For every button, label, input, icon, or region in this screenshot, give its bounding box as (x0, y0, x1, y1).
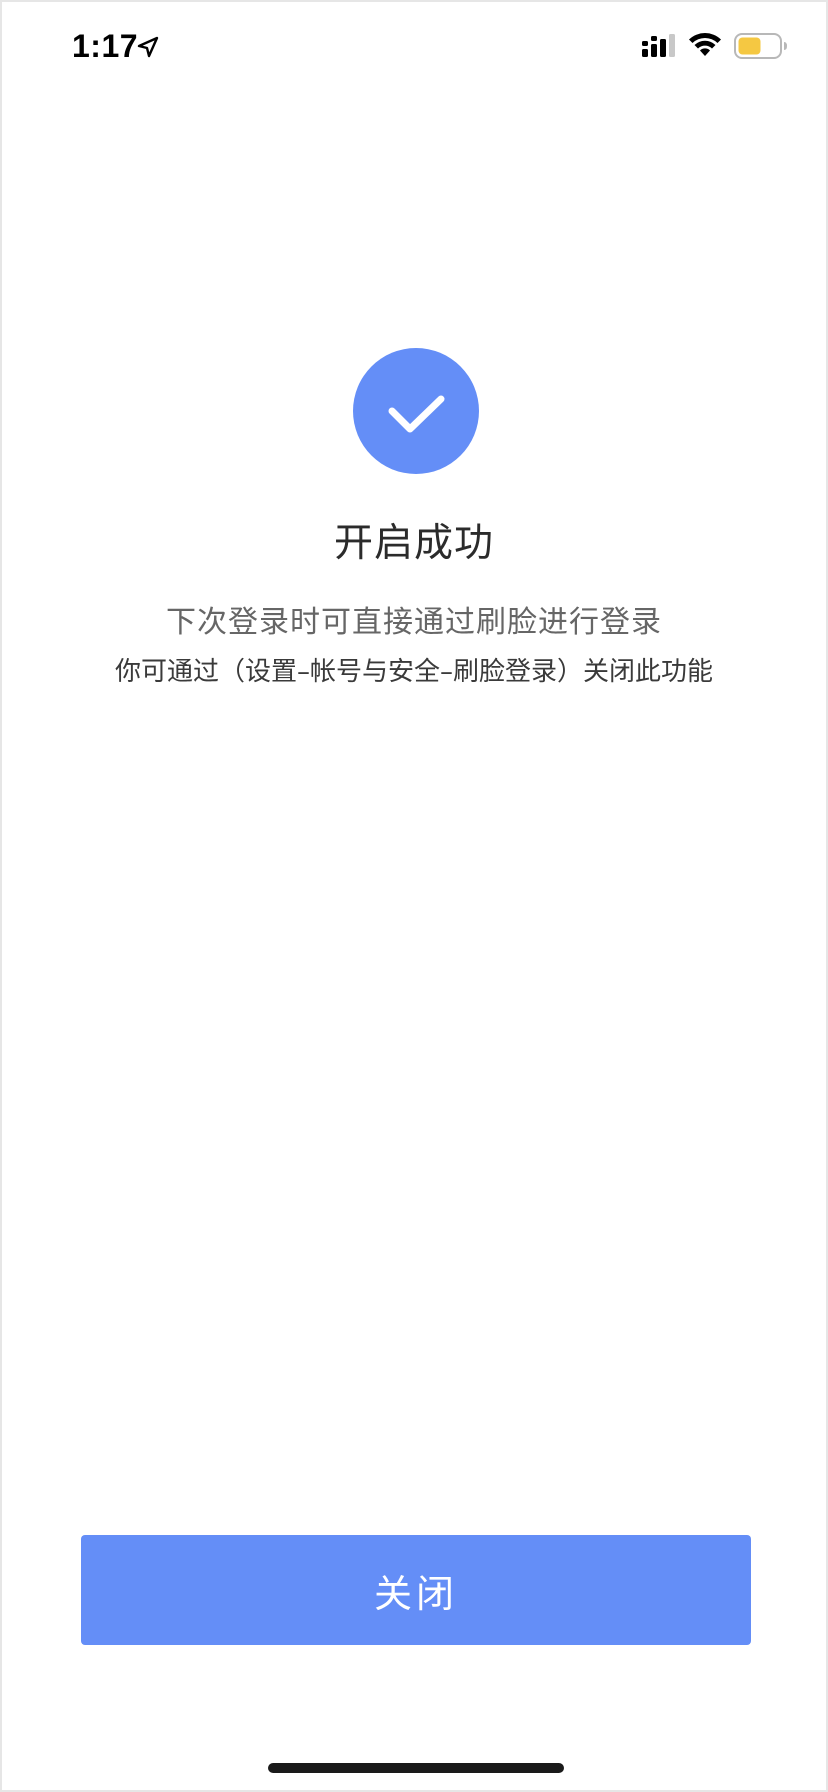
success-badge (353, 348, 479, 474)
status-bar: 1:17 (2, 2, 826, 92)
checkmark-icon (388, 395, 445, 433)
status-time: 1:17 (72, 28, 139, 64)
success-description-primary: 下次登录时可直接通过刷脸进行登录 (166, 605, 662, 640)
close-button[interactable]: 关闭 (81, 1535, 751, 1645)
face-login-success-screen: 1:17 开启成功 下次登录时可直接通过刷脸进行登录 你可通过（设置–帐号与安全… (0, 0, 828, 1792)
wifi-icon (689, 33, 721, 56)
battery-icon (734, 33, 787, 59)
cellular-signal-icon (642, 34, 675, 57)
success-title: 开启成功 (333, 521, 494, 566)
location-arrow-icon (137, 36, 159, 58)
home-indicator[interactable] (268, 1763, 564, 1773)
success-description-secondary: 你可通过（设置–帐号与安全–刷脸登录）关闭此功能 (114, 657, 713, 687)
